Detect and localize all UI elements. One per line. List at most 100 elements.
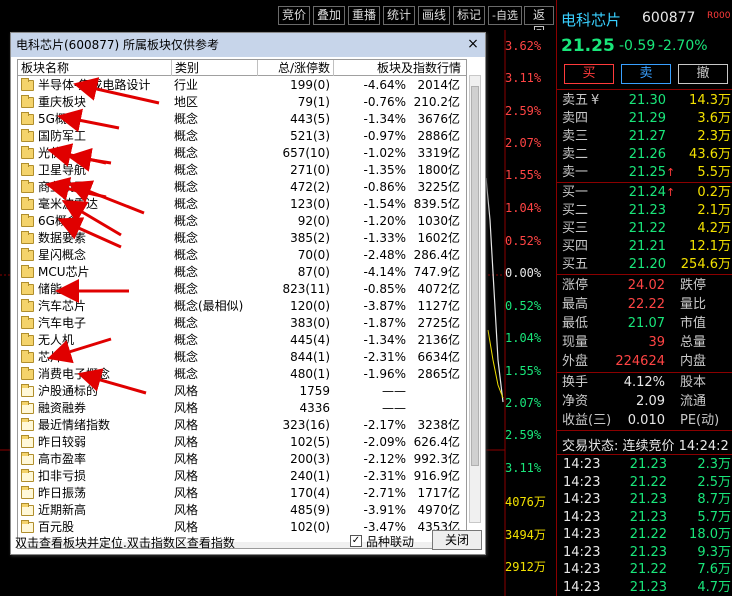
- tick-volume: 9.3万: [697, 544, 731, 560]
- toolbar-button-auction[interactable]: 竞价: [278, 6, 310, 25]
- close-button[interactable]: 关闭: [432, 530, 482, 550]
- bid-row[interactable]: 买四 21.21 12.1万: [557, 238, 732, 255]
- sector-amount: 1602亿: [417, 231, 460, 245]
- sector-row[interactable]: 商业航天 概念 472(2) -0.86% 3225亿: [18, 179, 466, 196]
- bid-row[interactable]: 买一 21.24 ↑ 0.2万: [557, 184, 732, 201]
- sector-row[interactable]: 消费电子概念 概念 480(1) -1.96% 2865亿: [18, 366, 466, 383]
- sector-row[interactable]: 国防军工 概念 521(3) -0.97% 2886亿: [18, 128, 466, 145]
- ask-row[interactable]: 卖二 21.26 43.6万: [557, 146, 732, 163]
- sector-row[interactable]: 汽车芯片 概念(最相似) 120(0) -3.87% 1127亿: [18, 298, 466, 315]
- sector-row[interactable]: 半导体-集成电路设计 行业 199(0) -4.64% 2014亿: [18, 77, 466, 94]
- tick-volume: 5.7万: [697, 509, 731, 525]
- column-header-type[interactable]: 类别: [172, 60, 258, 76]
- linkage-checkbox[interactable]: ✓: [350, 535, 362, 547]
- ask-row[interactable]: 卖四 21.29 3.6万: [557, 110, 732, 127]
- sector-row[interactable]: 5G概念 概念 443(5) -1.34% 3676亿: [18, 111, 466, 128]
- stock-code: 600877: [642, 10, 696, 26]
- sector-type: 概念: [174, 180, 199, 194]
- toolbar-button-watchlist[interactable]: -自选: [488, 6, 522, 25]
- stat-label: 最高: [562, 297, 589, 312]
- scrollbar-thumb[interactable]: [471, 86, 479, 466]
- toolbar-button-replay[interactable]: 重播: [348, 6, 380, 25]
- sector-type: 地区: [174, 95, 199, 109]
- sector-row[interactable]: 汽车电子 概念 383(0) -1.87% 2725亿: [18, 315, 466, 332]
- broker-logo: R000: [707, 11, 731, 21]
- sector-row[interactable]: 昨日较弱 风格 102(5) -2.09% 626.4亿: [18, 434, 466, 451]
- tick-volume: 8.7万: [697, 492, 731, 507]
- axis-label: 2.59%: [505, 428, 542, 442]
- ask-row[interactable]: 卖一 21.25 ↑ 5.5万: [557, 164, 732, 181]
- toolbar-button-mark[interactable]: 标记: [453, 6, 485, 25]
- sector-amount: 992.3亿: [413, 452, 460, 466]
- stat-label: 最低: [562, 316, 589, 331]
- sector-row[interactable]: 近期新高 风格 485(9) -3.91% 4970亿: [18, 502, 466, 519]
- sector-name: 商业航天: [38, 180, 87, 194]
- stat-label: 现量: [562, 335, 589, 350]
- toolbar-button-back[interactable]: 返回: [524, 6, 554, 39]
- sector-list[interactable]: 板块名称 类别 总/涨停数 板块及指数行情 半导体-集成电路设计 行业 199(0)…: [17, 59, 467, 549]
- sector-row[interactable]: 光伏 概念 657(10) -1.02% 3319亿: [18, 145, 466, 162]
- sector-row[interactable]: MCU芯片 概念 87(0) -4.14% 747.9亿: [18, 264, 466, 281]
- axis-label: 1.04%: [505, 331, 542, 345]
- sector-name: 光伏: [38, 146, 63, 160]
- sector-row[interactable]: 最近情绪指数 风格 323(16) -2.17% 3238亿: [18, 417, 466, 434]
- ask-marker: ¥: [591, 93, 600, 108]
- cancel-order-button[interactable]: 撤: [678, 64, 728, 84]
- sector-row[interactable]: 数据要素 概念 385(2) -1.33% 1602亿: [18, 230, 466, 247]
- sector-row[interactable]: 高市盈率 风格 200(3) -2.12% 992.3亿: [18, 451, 466, 468]
- bid-row[interactable]: 买三 21.22 4.2万: [557, 220, 732, 237]
- tick-row: 14:23 21.23 8.7万: [557, 491, 732, 508]
- vertical-scrollbar[interactable]: [469, 75, 481, 523]
- column-header-quote[interactable]: 板块及指数行情: [334, 60, 466, 76]
- dialog-close-icon[interactable]: ×: [466, 36, 480, 52]
- tick-price: 21.22: [629, 527, 667, 542]
- stat-row: 现量 39 总量: [557, 333, 732, 353]
- toolbar-button-draw[interactable]: 画线: [418, 6, 450, 25]
- sector-type: 概念: [174, 316, 199, 330]
- sector-row[interactable]: 毫米波雷达 概念 123(0) -1.54% 839.5亿: [18, 196, 466, 213]
- toolbar-button-overlay[interactable]: 叠加: [313, 6, 345, 25]
- sector-row[interactable]: 扣非亏损 风格 240(1) -2.31% 916.9亿: [18, 468, 466, 485]
- sector-type: 概念: [174, 163, 199, 177]
- tick-time: 14:23: [563, 474, 601, 490]
- bid-row[interactable]: 买五 21.20 254.6万: [557, 256, 732, 273]
- sector-row[interactable]: 6G概念 概念 92(0) -1.20% 1030亿: [18, 213, 466, 230]
- ask-row[interactable]: 卖三 21.27 2.3万: [557, 128, 732, 145]
- sector-count: 199(0): [290, 78, 330, 92]
- sector-amount: 626.4亿: [413, 435, 460, 449]
- bid-volume: 2.1万: [697, 203, 731, 218]
- list-header: 板块名称 类别 总/涨停数 板块及指数行情: [18, 60, 466, 76]
- bid-volume: 12.1万: [689, 239, 731, 254]
- sector-row[interactable]: 融资融券 风格 4336 ——: [18, 400, 466, 417]
- sector-type: 概念: [174, 214, 199, 228]
- sector-row[interactable]: 无人机 概念 445(4) -1.34% 2136亿: [18, 332, 466, 349]
- sector-type: 概念: [174, 265, 199, 279]
- sector-amount: 3225亿: [417, 180, 460, 194]
- sector-row[interactable]: 卫星导航 概念 271(0) -1.35% 1800亿: [18, 162, 466, 179]
- chart-toolbar: 竞价 叠加 重播 统计 画线 标记 -自选 返回: [0, 0, 556, 39]
- column-header-count[interactable]: 总/涨停数: [258, 60, 334, 76]
- folder-icon: [21, 95, 34, 108]
- stat-value: 224624: [615, 354, 665, 369]
- tick-row: 14:23 21.23 2.3万: [557, 456, 732, 473]
- ask-volume: 43.6万: [689, 147, 731, 162]
- toolbar-button-stats[interactable]: 统计: [383, 6, 415, 25]
- bid-label: 买四: [562, 239, 589, 254]
- sector-row[interactable]: 星闪概念 概念 70(0) -2.48% 286.4亿: [18, 247, 466, 264]
- sector-count: 170(4): [290, 486, 330, 500]
- sector-amount: 2014亿: [417, 78, 460, 92]
- column-header-name[interactable]: 板块名称: [18, 60, 172, 76]
- bid-row[interactable]: 买二 21.23 2.1万: [557, 202, 732, 219]
- sector-name: 半导体-集成电路设计: [38, 78, 151, 92]
- sector-name: 星闪概念: [38, 248, 87, 262]
- axis-label: 3.62%: [505, 39, 542, 53]
- buy-button[interactable]: 买: [564, 64, 614, 84]
- sector-row[interactable]: 沪股通标的 风格 1759 ——: [18, 383, 466, 400]
- sector-row[interactable]: 昨日振荡 风格 170(4) -2.71% 1717亿: [18, 485, 466, 502]
- sector-row[interactable]: 芯片 概念 844(1) -2.31% 6634亿: [18, 349, 466, 366]
- sector-row[interactable]: 重庆板块 地区 79(1) -0.76% 210.2亿: [18, 94, 466, 111]
- sell-button[interactable]: 卖: [621, 64, 671, 84]
- sector-name: MCU芯片: [38, 265, 90, 279]
- sector-row[interactable]: 储能 概念 823(11) -0.85% 4072亿: [18, 281, 466, 298]
- ask-row[interactable]: 卖五 ¥21.30 14.3万: [557, 92, 732, 109]
